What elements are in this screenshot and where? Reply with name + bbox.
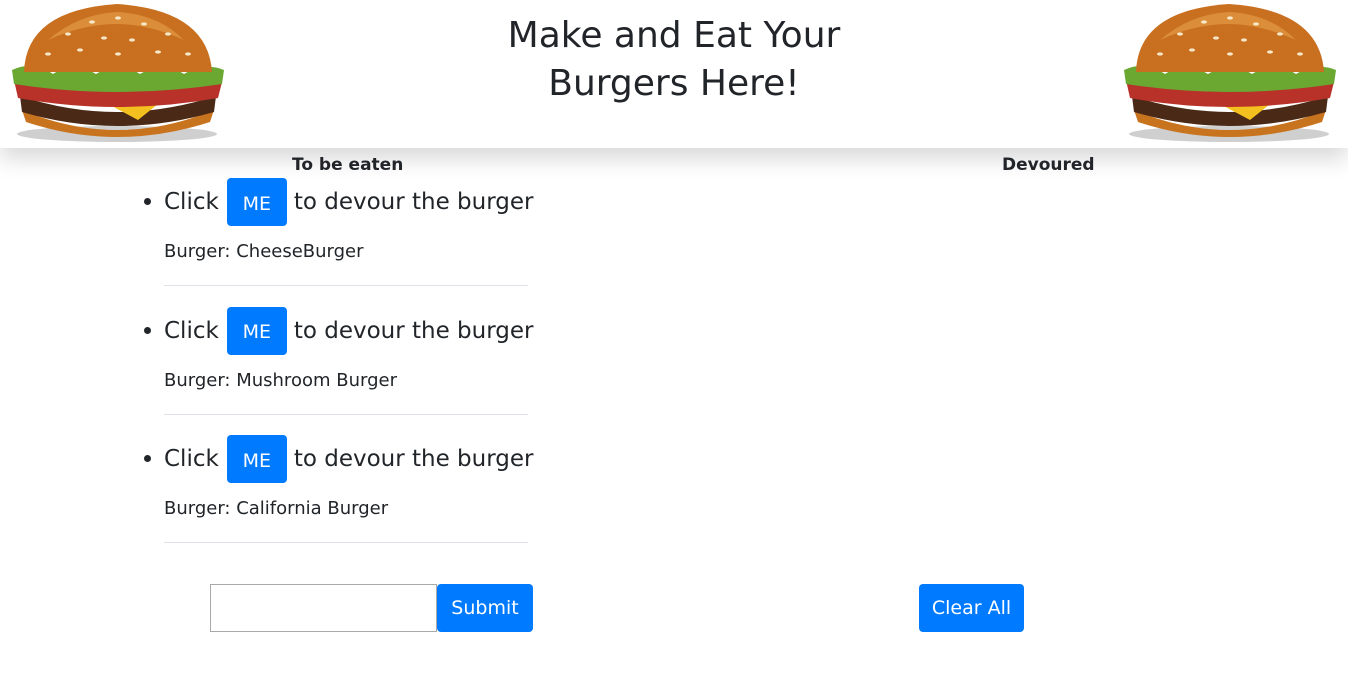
submit-button[interactable]: Submit — [437, 584, 533, 632]
divider — [164, 413, 528, 415]
divider — [164, 285, 528, 286]
click-text: Click — [164, 189, 219, 215]
bullet-icon — [144, 326, 151, 334]
devour-text: to devour the burger — [293, 189, 534, 215]
bullet-icon — [144, 198, 151, 205]
page-title: Make and Eat Your Burgers Here! — [507, 15, 841, 104]
burger-image-left — [12, 4, 224, 142]
to-be-eaten-list: Click ME to devour the burger Burger: Ch… — [144, 176, 533, 562]
list-item: Click ME to devour the burger Burger: Ch… — [144, 176, 533, 305]
devour-button[interactable]: ME — [226, 306, 287, 355]
to-be-eaten-heading: To be eaten — [292, 155, 404, 175]
clear-all-button[interactable]: Clear All — [919, 584, 1024, 632]
burger-name: Burger: CheeseBurger — [164, 241, 364, 262]
devour-button[interactable]: ME — [226, 435, 287, 483]
devour-line: Click ME to devour the burger — [144, 435, 534, 483]
page-header: Make and Eat Your Burgers Here! — [0, 0, 1348, 148]
devour-button[interactable]: ME — [226, 178, 287, 226]
devoured-heading: Devoured — [1002, 155, 1095, 175]
devour-text: to devour the burger — [293, 446, 534, 472]
list-item: Click ME to devour the burger Burger: Ca… — [144, 433, 533, 562]
burger-name-input[interactable] — [210, 584, 437, 632]
divider — [164, 542, 528, 543]
click-text: Click — [164, 317, 219, 344]
list-item: Click ME to devour the burger Burger: Mu… — [144, 305, 533, 434]
bullet-icon — [144, 455, 151, 462]
burger-image-right — [1124, 4, 1336, 142]
devour-line: Click ME to devour the burger — [144, 306, 534, 355]
devour-text: to devour the burger — [293, 317, 534, 344]
click-text: Click — [164, 446, 219, 472]
burger-name: Burger: California Burger — [164, 498, 389, 519]
devour-line: Click ME to devour the burger — [144, 178, 534, 226]
burger-name: Burger: Mushroom Burger — [164, 369, 397, 391]
